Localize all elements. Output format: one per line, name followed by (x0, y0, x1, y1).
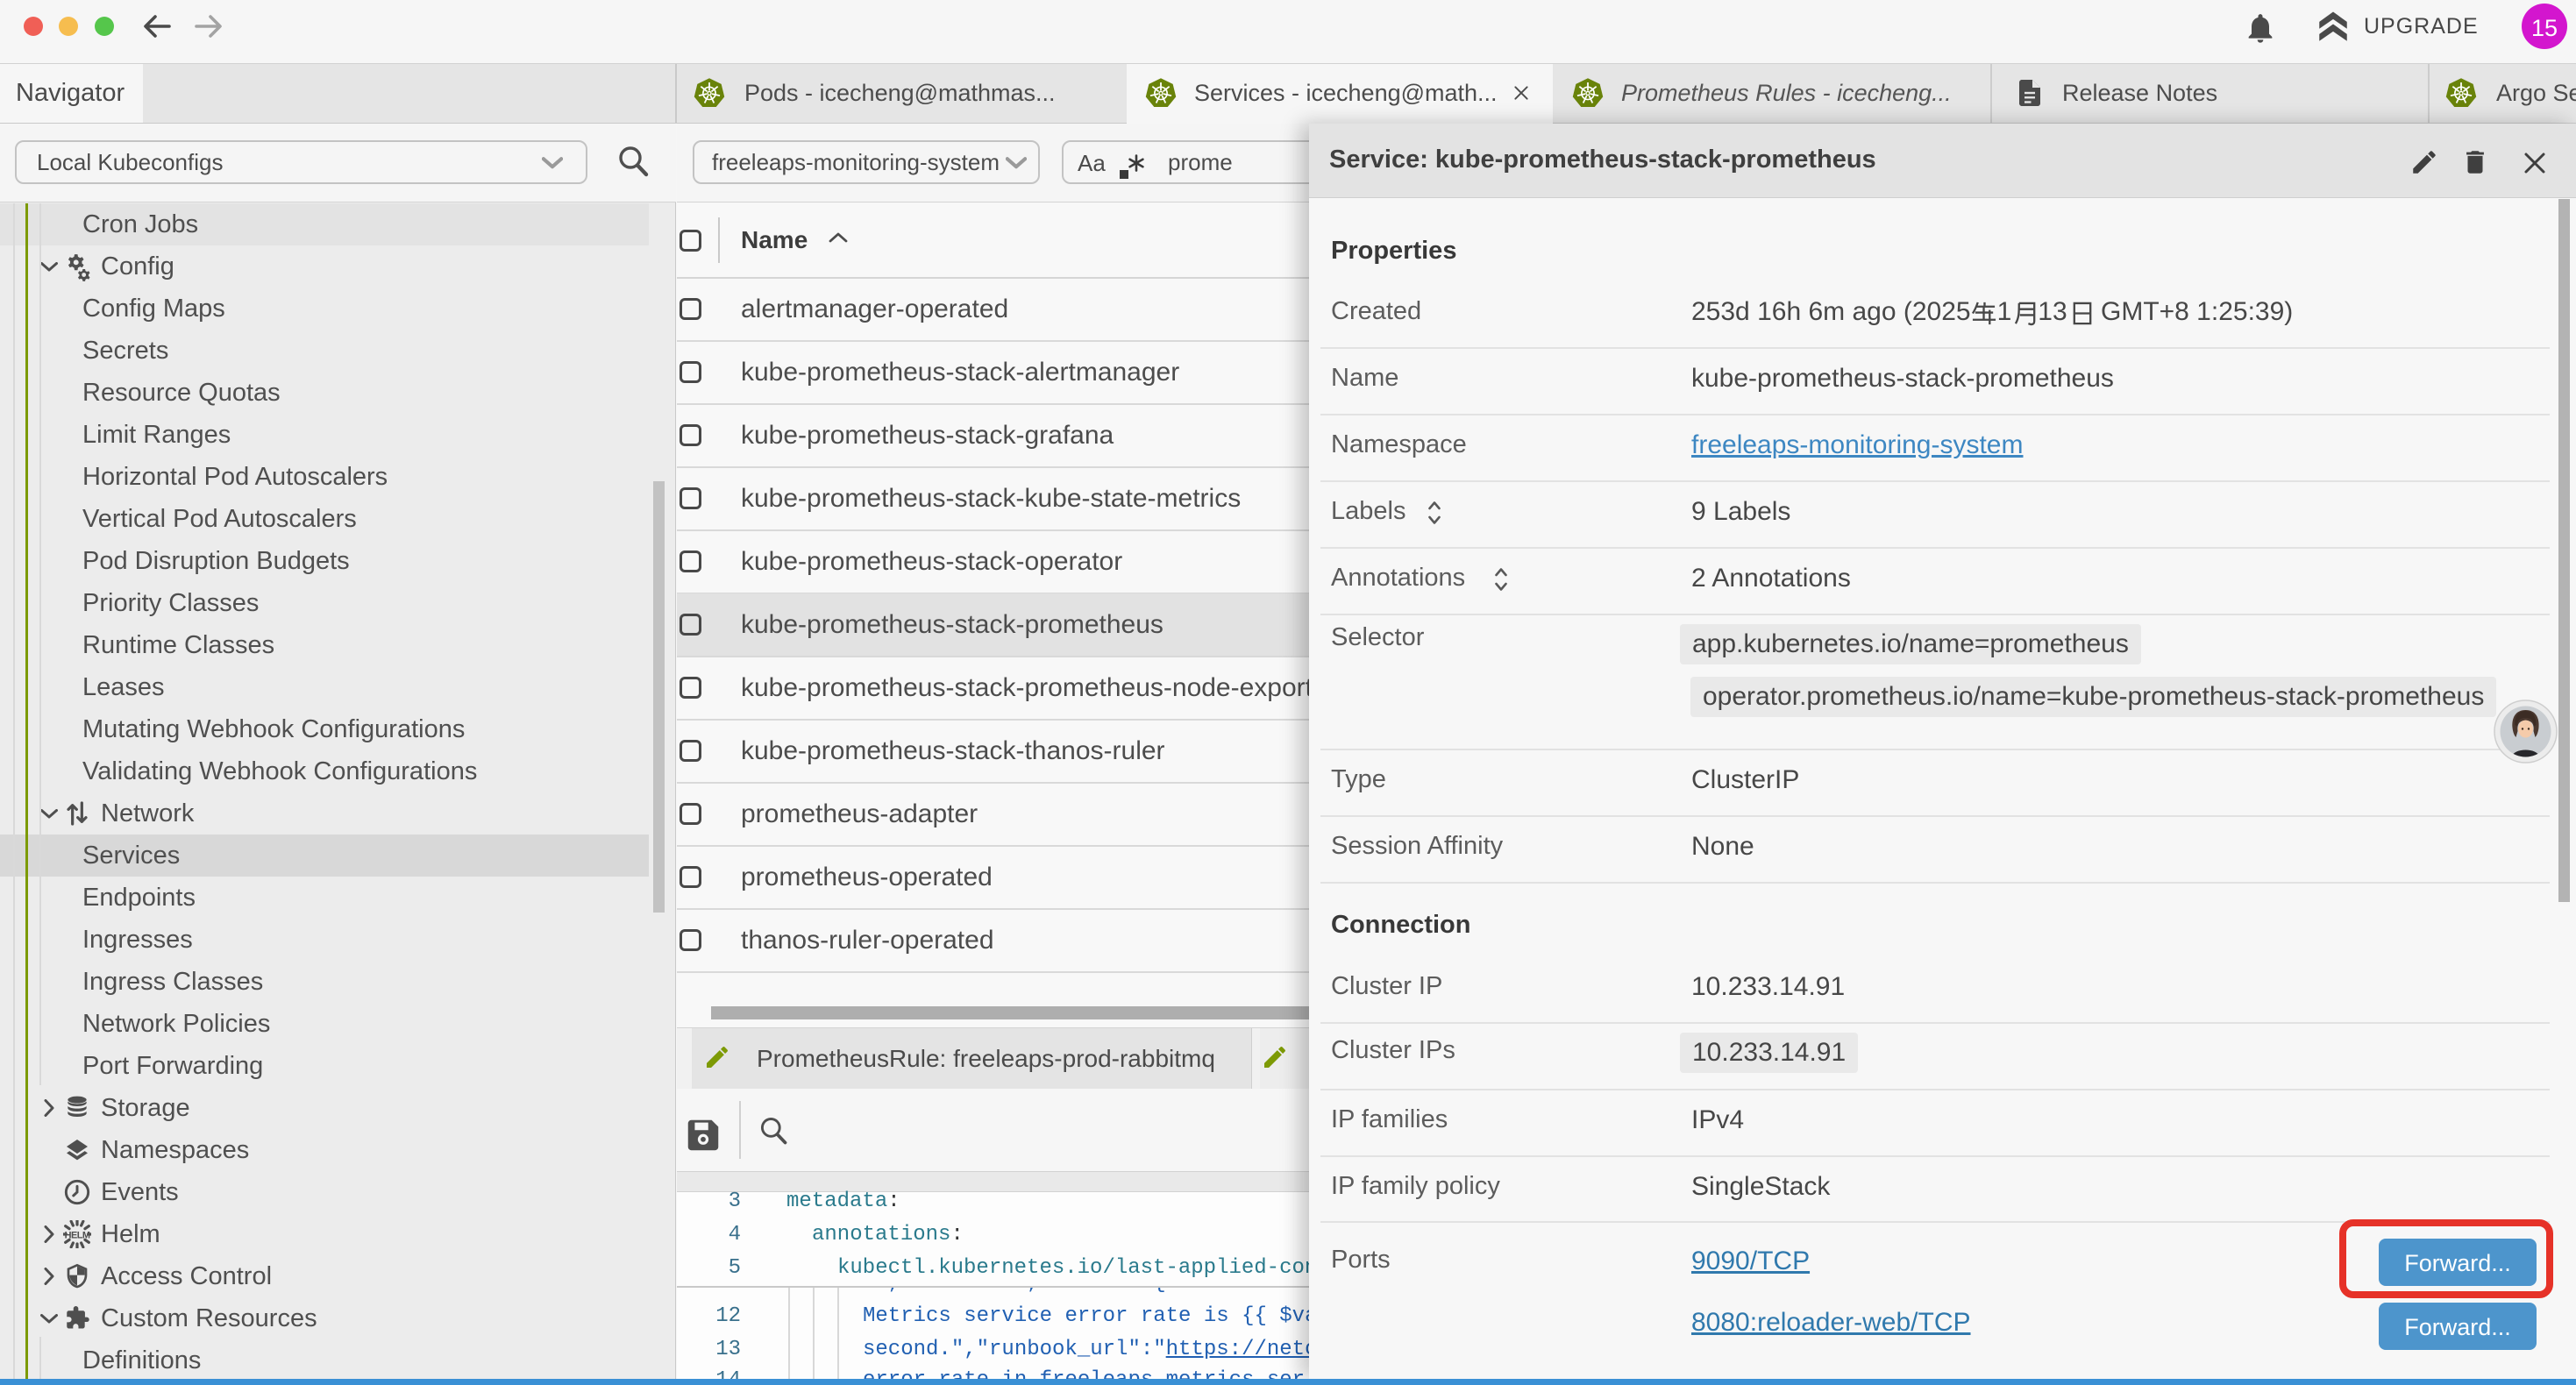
svg-text:HELM: HELM (65, 1230, 90, 1240)
